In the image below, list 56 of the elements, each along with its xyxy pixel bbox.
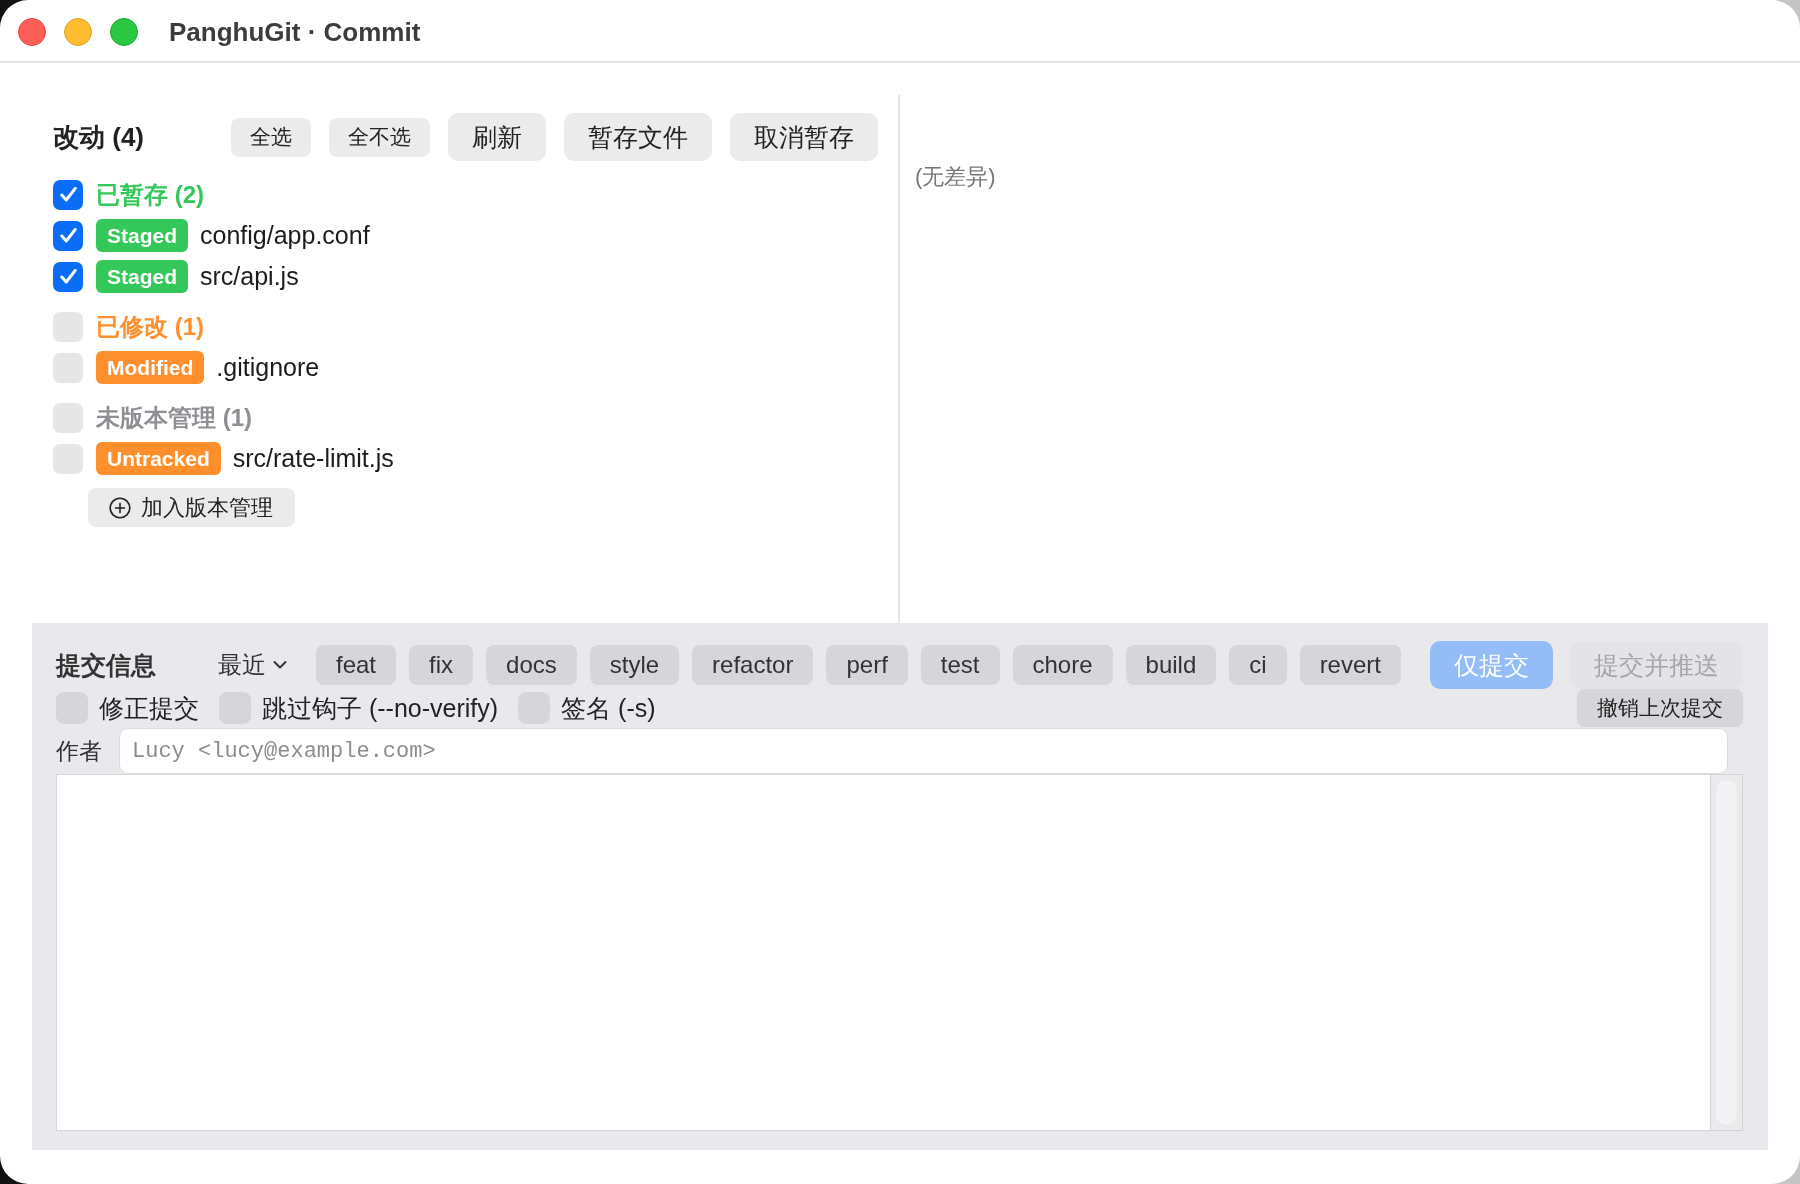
commit-type-button[interactable]: docs — [486, 645, 577, 685]
zoom-button[interactable] — [110, 18, 138, 46]
checkmark-icon — [59, 228, 77, 243]
option-label: 跳过钩子 (--no-verify) — [262, 692, 499, 724]
window-title: PanghuGit · Commit — [169, 16, 421, 48]
commit-type-button[interactable]: ci — [1229, 645, 1287, 685]
status-badge: Staged — [96, 219, 188, 252]
status-badge: Untracked — [96, 442, 221, 475]
file-path[interactable]: config/app.conf — [200, 221, 370, 250]
minimize-button[interactable] — [64, 18, 92, 46]
commit-type-button[interactable]: test — [920, 645, 1000, 685]
checkbox[interactable] — [53, 261, 83, 292]
toolbar-button[interactable]: 全不选 — [329, 117, 430, 157]
changes-heading: 改动 (4) — [53, 120, 144, 154]
checkbox[interactable] — [53, 352, 83, 383]
toolbar-button[interactable]: 暂存文件 — [564, 113, 712, 161]
checkbox[interactable] — [53, 443, 83, 474]
commit-message-heading: 提交信息 — [56, 649, 156, 681]
status-badge: Staged — [96, 260, 188, 293]
checkbox[interactable] — [53, 179, 83, 210]
message-field[interactable] — [56, 774, 1710, 1131]
plus-circle-icon — [109, 496, 131, 519]
commit-type-button[interactable]: style — [589, 645, 680, 685]
commit-type-button[interactable]: perf — [826, 645, 908, 685]
group-heading: 未版本管理 (1) — [96, 402, 252, 433]
checkmark-icon — [59, 269, 77, 284]
status-badge: Modified — [96, 351, 205, 384]
toolbar-button[interactable]: 全选 — [231, 117, 311, 157]
file-path[interactable]: src/api.js — [200, 262, 299, 291]
checkbox[interactable] — [53, 311, 83, 342]
checkbox[interactable] — [53, 402, 83, 433]
commit-type-button[interactable]: fix — [409, 645, 474, 685]
option-label: 修正提交 — [99, 692, 199, 724]
toolbar-button[interactable]: 刷新 — [448, 113, 546, 161]
add-to-tracking-button[interactable]: 加入版本管理 — [88, 488, 295, 527]
file-path[interactable]: .gitignore — [216, 353, 320, 382]
group-heading: 已修改 (1) — [96, 311, 204, 342]
commit-type-button[interactable]: feat — [316, 645, 397, 685]
author-field[interactable]: Lucy <lucy@example.com> — [119, 728, 1728, 774]
checkmark-icon — [59, 187, 77, 202]
commit-type-button[interactable]: refactor — [692, 645, 814, 685]
empty-diff-text: (无差异) — [915, 164, 996, 189]
chevron-down-icon — [273, 660, 287, 670]
commit-type-button[interactable]: chore — [1012, 645, 1113, 685]
toolbar-button[interactable]: 取消暂存 — [730, 113, 878, 161]
file-path[interactable]: src/rate-limit.js — [232, 444, 394, 473]
scrollbar[interactable] — [1710, 774, 1743, 1131]
close-button[interactable] — [18, 18, 46, 46]
author-label: 作者 — [56, 736, 102, 766]
checkbox[interactable] — [53, 220, 83, 251]
undo-commit-button[interactable]: 撤销上次提交 — [1577, 689, 1743, 727]
commit-type-button[interactable]: build — [1125, 645, 1217, 685]
commit-type-button[interactable]: revert — [1299, 645, 1401, 685]
group-heading: 已暂存 (2) — [96, 179, 204, 210]
option-label: 签名 (-s) — [561, 692, 656, 724]
recent-dropdown[interactable]: 最近 — [218, 649, 287, 681]
